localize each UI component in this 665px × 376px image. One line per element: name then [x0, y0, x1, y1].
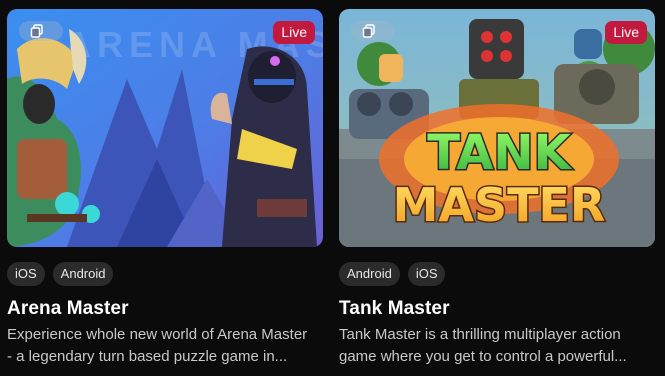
- live-badge: Live: [273, 21, 315, 44]
- description-line: Tank Master is a thrilling multiplayer a…: [339, 326, 621, 343]
- platform-tag[interactable]: iOS: [7, 262, 45, 286]
- game-title[interactable]: Tank Master: [339, 298, 450, 320]
- logo-line-2: MASTER: [393, 178, 606, 232]
- platform-tags: iOS Android: [7, 262, 114, 286]
- description-line: - a legendary turn based puzzle game in.…: [7, 348, 288, 365]
- platform-tag[interactable]: iOS: [407, 262, 446, 286]
- copy-icon: [30, 24, 43, 38]
- live-badge: Live: [605, 21, 647, 44]
- game-description: Tank Master is a thrilling multiplayer a…: [339, 324, 655, 368]
- description-line: game where you get to control a powerful…: [339, 348, 627, 365]
- game-description: Experience whole new world of Arena Mast…: [7, 324, 323, 368]
- platform-tags: Android iOS: [339, 262, 446, 286]
- description-line: Experience whole new world of Arena Mast…: [7, 326, 308, 343]
- platform-tag[interactable]: Android: [339, 262, 400, 286]
- copy-button[interactable]: [351, 21, 395, 41]
- logo-line-1: TANK: [427, 125, 572, 181]
- platform-tag[interactable]: Android: [52, 262, 114, 286]
- arena-master-artwork: ARENA MASTER: [7, 9, 323, 247]
- tank-master-artwork: TANK MASTER: [339, 9, 655, 247]
- game-title[interactable]: Arena Master: [7, 298, 129, 320]
- game-thumbnail[interactable]: TANK MASTER Live: [339, 9, 655, 247]
- game-card-arena-master[interactable]: ARENA MASTER: [7, 9, 323, 376]
- copy-button[interactable]: [19, 21, 63, 41]
- copy-icon: [362, 24, 375, 38]
- game-card-tank-master[interactable]: TANK MASTER Live Android iOS Tank Master…: [339, 9, 655, 376]
- game-thumbnail[interactable]: ARENA MASTER: [7, 9, 323, 247]
